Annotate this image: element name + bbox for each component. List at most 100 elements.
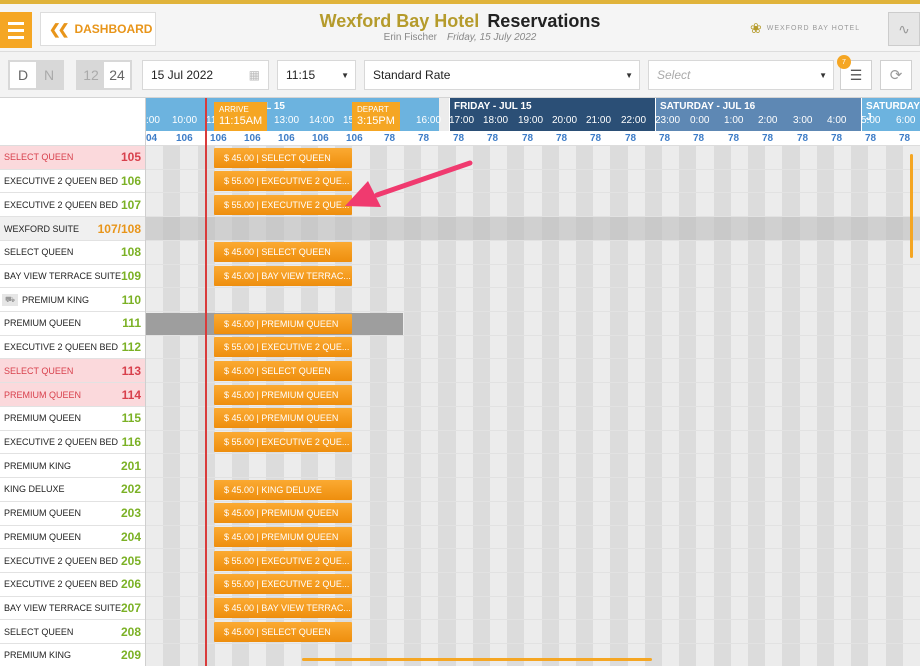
reservation-block[interactable]: $ 45.00 | BAY VIEW TERRAC... — [214, 266, 352, 287]
rate-select[interactable]: Standard Rate ▼ — [364, 60, 640, 90]
hotel-logo: ❀ WEXFORD BAY HOTEL — [750, 20, 860, 37]
reservation-block[interactable]: $ 45.00 | PREMIUM QUEEN — [214, 503, 352, 524]
room-row[interactable]: PREMIUM QUEEN 114 — [0, 383, 145, 407]
reservation-block[interactable]: $ 55.00 | EXECUTIVE 2 QUE... — [214, 194, 352, 215]
hour-label: 2:00 — [758, 115, 778, 126]
grid-row[interactable] — [146, 454, 920, 479]
hour-label: 22:00 — [621, 115, 647, 126]
toggle-d[interactable]: D — [10, 62, 36, 88]
timeline: 04 106 106 106 106 106 106 78 78 78 78 78 78 78 78 78 78… — [146, 98, 920, 666]
reservation-block[interactable]: $ 45.00 | PREMIUM QUEEN — [214, 527, 352, 548]
app-header: ❮❮ DASHBOARD Wexford Bay Hotel Reservatio… — [0, 4, 920, 52]
room-type: PREMIUM QUEEN — [4, 413, 82, 424]
reservation-block[interactable]: $ 55.00 | EXECUTIVE 2 QUE... — [214, 550, 352, 571]
date-field[interactable]: 15 Jul 2022 ▦ — [142, 60, 269, 90]
room-type: PREMIUM KING — [4, 460, 72, 471]
reservation-block[interactable]: $ 55.00 | EXECUTIVE 2 QUE... — [214, 171, 352, 192]
caret-down-icon: ▼ — [341, 70, 349, 80]
time-select[interactable]: 11:15 ▼ — [277, 60, 356, 90]
room-row[interactable]: EXECUTIVE 2 QUEEN BED 206 — [0, 572, 145, 597]
hour-label: 17:00 — [449, 115, 475, 126]
reservation-block[interactable]: $ 55.00 | EXECUTIVE 2 QUE... — [214, 574, 352, 595]
caret-down-icon: ▼ — [625, 70, 633, 80]
room-list: SELECT QUEEN 105 EXECUTIVE 2 QUEEN BED 106 E… — [0, 98, 146, 666]
room-number: 207 — [120, 601, 141, 616]
page-title: Reservations — [487, 11, 601, 31]
reservation-block[interactable]: $ 45.00 | SELECT QUEEN — [214, 360, 352, 381]
reservation-block[interactable]: $ 45.00 | BAY VIEW TERRAC... — [214, 598, 352, 619]
rate-value: 78 — [728, 133, 740, 144]
room-row[interactable]: EXECUTIVE 2 QUEEN BED 116 — [0, 430, 145, 455]
filter-select[interactable]: Select ▼ — [648, 60, 834, 90]
room-row[interactable]: EXECUTIVE 2 QUEEN BED 106 — [0, 169, 145, 194]
dashboard-button[interactable]: ❮❮ DASHBOARD — [40, 12, 156, 46]
room-number: 112 — [121, 340, 141, 355]
grid-row[interactable] — [146, 217, 920, 241]
reservation-block[interactable]: $ 55.00 | EXECUTIVE 2 QUE... — [214, 432, 352, 453]
room-row[interactable]: ⛟ PREMIUM KING 110 — [0, 288, 145, 313]
grid-row[interactable] — [146, 644, 920, 666]
room-row[interactable]: SELECT QUEEN 105 — [0, 146, 145, 170]
vertical-scrollbar[interactable] — [910, 154, 913, 258]
room-row[interactable]: KING DELUXE 202 — [0, 478, 145, 502]
room-row[interactable]: WEXFORD SUITE 107/108 — [0, 217, 145, 241]
reservation-block[interactable]: $ 45.00 | PREMIUM QUEEN — [214, 408, 352, 429]
room-row[interactable]: PREMIUM QUEEN 111 — [0, 312, 145, 336]
room-number: 208 — [120, 624, 141, 639]
day-night-toggle[interactable]: D N — [8, 60, 64, 90]
rate-value: 78 — [831, 133, 843, 144]
room-type: SELECT QUEEN — [4, 365, 74, 376]
time-value: 11:15 — [286, 68, 316, 82]
rate-value: 78 — [487, 133, 499, 144]
reservation-block[interactable]: $ 45.00 | SELECT QUEEN — [214, 147, 352, 168]
room-type: PREMIUM QUEEN — [4, 508, 82, 519]
reservation-block[interactable]: $ 45.00 | PREMIUM QUEEN — [214, 313, 352, 334]
room-row[interactable]: EXECUTIVE 2 QUEEN BED 112 — [0, 335, 145, 360]
rate-value: 78 — [797, 133, 809, 144]
calendar-grid-icon[interactable]: ▦ — [249, 68, 260, 82]
reservation-block[interactable]: $ 45.00 | SELECT QUEEN — [214, 242, 352, 263]
reservation-block[interactable]: $ 45.00 | PREMIUM QUEEN — [214, 384, 352, 405]
bed-button[interactable]: 7 ☰ — [837, 55, 872, 90]
room-list-header — [0, 98, 145, 146]
room-row[interactable]: PREMIUM QUEEN 115 — [0, 406, 145, 431]
caret-down-icon: ▼ — [819, 70, 827, 80]
rate-value: 78 — [625, 133, 637, 144]
hour-format-toggle[interactable]: 12 24 — [76, 60, 132, 90]
room-number: 111 — [122, 316, 141, 331]
menu-button[interactable] — [0, 12, 32, 48]
hour-label: 18:00 — [483, 115, 509, 126]
timeline-grid[interactable]: $ 45.00 | SELECT QUEEN $ 55.00 | EXECUTIV… — [146, 146, 920, 666]
reservation-block[interactable]: $ 45.00 | SELECT QUEEN — [214, 621, 352, 642]
room-row[interactable]: PREMIUM QUEEN 204 — [0, 525, 145, 550]
room-row[interactable]: SELECT QUEEN 108 — [0, 240, 145, 265]
hour-label: 19:00 — [518, 115, 544, 126]
room-row[interactable]: SELECT QUEEN 113 — [0, 359, 145, 384]
toggle-n[interactable]: N — [36, 62, 62, 88]
reservation-block[interactable]: $ 45.00 | KING DELUXE — [214, 479, 352, 500]
room-row[interactable]: BAY VIEW TERRACE SUITE 109 — [0, 264, 145, 289]
room-row[interactable]: BAY VIEW TERRACE SUITE 207 — [0, 596, 145, 621]
room-row[interactable]: EXECUTIVE 2 QUEEN BED 107 — [0, 193, 145, 218]
trend-icon: ∿ — [898, 20, 910, 37]
refresh-button[interactable]: ⟳ — [880, 60, 912, 90]
day-label: FRIDAY - JUL 15 — [454, 101, 532, 112]
room-row[interactable]: SELECT QUEEN 208 — [0, 620, 145, 645]
trend-button[interactable]: ∿ — [888, 12, 920, 46]
room-row[interactable]: EXECUTIVE 2 QUEEN BED 205 — [0, 549, 145, 573]
hour-label: 13:00 — [274, 115, 300, 126]
toggle-24[interactable]: 24 — [104, 62, 130, 88]
room-row[interactable]: PREMIUM KING 209 — [0, 644, 145, 666]
room-type: EXECUTIVE 2 QUEEN BED — [4, 436, 119, 447]
room-number: 109 — [120, 268, 141, 283]
room-row[interactable]: PREMIUM QUEEN 203 — [0, 501, 145, 526]
hour-label: 10:00 — [172, 115, 198, 126]
room-number: 206 — [120, 577, 141, 592]
room-row[interactable]: PREMIUM KING 201 — [0, 454, 145, 479]
horizontal-scrollbar[interactable] — [302, 658, 652, 661]
room-type: PREMIUM QUEEN — [4, 531, 82, 542]
toggle-12[interactable]: 12 — [78, 62, 104, 88]
hour-label: 14:00 — [309, 115, 335, 126]
reservation-block[interactable]: $ 55.00 | EXECUTIVE 2 QUE... — [214, 337, 352, 358]
grid-row[interactable] — [146, 288, 920, 313]
